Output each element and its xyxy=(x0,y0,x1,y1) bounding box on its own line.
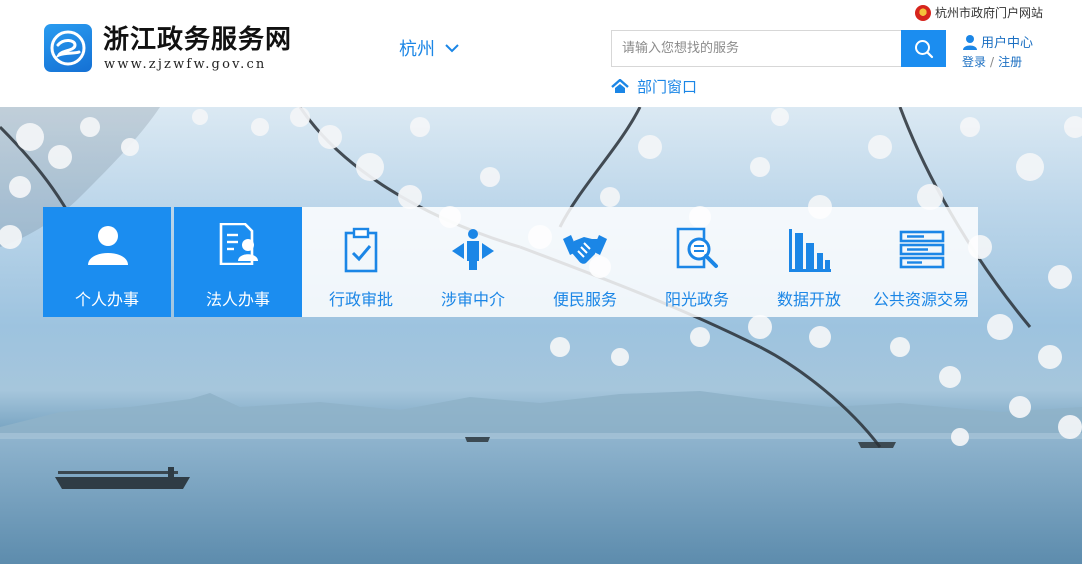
nav-item-label: 行政审批 xyxy=(328,290,393,309)
gov-portal-link[interactable]: 杭州市政府门户网站 xyxy=(915,4,1043,21)
city-selector[interactable]: 杭州 xyxy=(399,36,459,60)
site-header: 浙江政务服务网 www.zjzwfw.gov.cn 杭州 部门窗口 杭州市政府门… xyxy=(0,0,1082,107)
login-link[interactable]: 登录 xyxy=(962,55,986,69)
home-icon xyxy=(611,78,629,93)
nav-item-intermediary[interactable]: 涉审中介 xyxy=(417,207,529,317)
auth-separator: / xyxy=(990,55,995,69)
hero-banner xyxy=(0,107,1082,564)
nav-item-convenience-service[interactable]: 便民服务 xyxy=(529,207,641,317)
nav-tile-personal[interactable]: 个人办事 xyxy=(43,207,171,317)
city-label: 杭州 xyxy=(399,39,435,60)
site-logo-icon[interactable] xyxy=(44,24,92,72)
nav-item-label: 便民服务 xyxy=(552,290,617,309)
server-list-icon xyxy=(899,230,945,269)
handshake-icon xyxy=(563,235,607,264)
nav-item-sunshine-government[interactable]: 阳光政务 xyxy=(641,207,753,317)
nav-item-data-open[interactable]: 数据开放 xyxy=(753,207,865,317)
legal-person-card-icon xyxy=(219,223,258,265)
user-center-label: 用户中心 xyxy=(981,36,1034,51)
person-icon xyxy=(88,226,128,265)
search-input[interactable] xyxy=(611,30,901,67)
national-emblem-icon xyxy=(915,4,931,21)
nav-item-label: 数据开放 xyxy=(776,290,841,309)
department-window-label: 部门窗口 xyxy=(637,78,698,96)
site-url: www.zjzwfw.gov.cn xyxy=(104,57,267,72)
search-button[interactable] xyxy=(901,30,946,67)
search-icon xyxy=(914,39,933,58)
nav-item-administrative-approval[interactable]: 行政审批 xyxy=(305,207,417,317)
auth-links: 登录 / 注册 xyxy=(962,53,1022,70)
site-title[interactable]: 浙江政务服务网 xyxy=(103,25,292,55)
user-center-link[interactable]: 用户中心 xyxy=(962,32,1033,51)
nav-tile-legal-label: 法人办事 xyxy=(205,290,270,309)
department-window-link[interactable]: 部门窗口 xyxy=(611,76,697,97)
user-icon xyxy=(963,34,977,50)
clipboard-check-icon xyxy=(344,227,378,273)
west-lake-scenery-image xyxy=(0,107,1082,564)
nav-item-label: 公共资源交易 xyxy=(872,290,969,309)
document-search-icon xyxy=(676,227,718,269)
intermediary-icon xyxy=(452,229,494,270)
service-nav: 个人办事 法人办事 行政审批 涉审中介 便民服务 阳光政务 数据开放 公共资源交… xyxy=(43,207,978,317)
chevron-down-icon xyxy=(445,44,459,53)
nav-item-label: 阳光政务 xyxy=(664,290,729,309)
nav-item-label: 涉审中介 xyxy=(440,290,505,309)
register-link[interactable]: 注册 xyxy=(998,55,1022,69)
nav-tile-legal[interactable]: 法人办事 xyxy=(174,207,302,317)
bar-chart-icon xyxy=(789,229,831,272)
nav-tile-personal-label: 个人办事 xyxy=(74,290,139,309)
gov-portal-label: 杭州市政府门户网站 xyxy=(935,6,1044,20)
nav-item-public-resource-trading[interactable]: 公共资源交易 xyxy=(865,207,977,317)
